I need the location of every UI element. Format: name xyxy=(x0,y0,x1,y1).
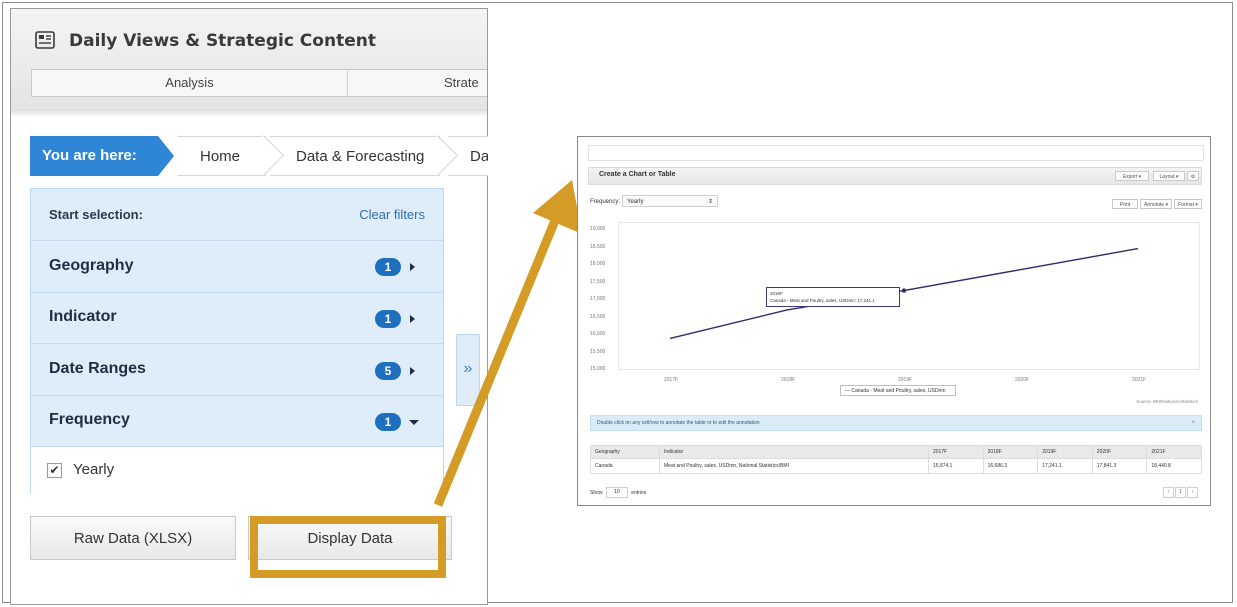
chart-plot-area xyxy=(618,222,1200,370)
column-header[interactable]: 2021F xyxy=(1146,445,1202,459)
start-selection-label: Start selection: xyxy=(49,207,143,222)
chevron-down-icon xyxy=(409,420,419,425)
column-header[interactable]: 2017F xyxy=(928,445,984,459)
x-tick-label: 2021F xyxy=(1132,377,1147,383)
chevron-right-icon xyxy=(410,263,415,271)
page-size-control: Show 10 entries xyxy=(590,487,646,498)
table-cell[interactable]: 18,440.8 xyxy=(1146,458,1202,474)
column-header[interactable]: 2020F xyxy=(1091,445,1148,459)
expand-panel-button[interactable]: » xyxy=(456,334,480,406)
y-tick-label: 18,000 xyxy=(590,261,606,267)
annotation-info-bar: Double click on any cell/row to annotate… xyxy=(590,415,1202,431)
page-1-button[interactable]: 1 xyxy=(1175,487,1186,498)
y-tick-label: 17,500 xyxy=(590,278,606,285)
chevron-right-icon xyxy=(410,367,415,375)
x-tick-label: 2017F xyxy=(664,377,679,383)
show-label: Show xyxy=(590,489,603,496)
count-badge: 1 xyxy=(375,310,401,328)
start-selection-row: Start selection: Clear filters xyxy=(31,189,443,241)
table-cell[interactable]: 15,874.1 xyxy=(928,458,984,474)
screenshot-topbar xyxy=(588,145,1204,161)
frequency-select[interactable]: Yearly ⇕ xyxy=(622,195,718,207)
table-cell[interactable]: 17,841.3 xyxy=(1091,458,1148,474)
filter-date-ranges[interactable]: Date Ranges 5 xyxy=(31,344,443,396)
y-tick-label: 18,500 xyxy=(590,243,606,250)
prev-page-button[interactable]: ‹ xyxy=(1163,487,1174,498)
x-tick-label: 2019F xyxy=(898,377,913,383)
export-button[interactable]: Export ▾ xyxy=(1115,171,1149,181)
chart-source: Source: BMI/National Statistics xyxy=(1136,399,1198,404)
clear-filters-link[interactable]: Clear filters xyxy=(359,207,425,222)
y-tick-label: 19,000 xyxy=(590,226,606,232)
close-icon[interactable]: × xyxy=(1191,416,1195,430)
filter-label: Frequency xyxy=(49,411,130,428)
you-are-here-label: You are here: xyxy=(30,136,174,176)
highlight-box xyxy=(250,516,446,578)
x-tick-label: 2018F xyxy=(781,377,796,383)
format-button[interactable]: Format ▾ xyxy=(1174,199,1202,209)
chevron-updown-icon: ⇕ xyxy=(707,199,713,205)
annotate-button[interactable]: Annotate ▾ xyxy=(1140,199,1172,209)
column-header[interactable]: Indicator xyxy=(659,445,929,459)
filter-label: Indicator xyxy=(49,308,117,325)
column-header[interactable]: 2019F xyxy=(1037,445,1093,459)
table-cell[interactable]: 17,241.1 xyxy=(1037,458,1093,474)
table-cell[interactable]: Meat and Poultry, sales, USDmn, National… xyxy=(659,458,929,474)
raw-data-button[interactable]: Raw Data (XLSX) xyxy=(30,516,236,560)
filter-frequency[interactable]: Frequency 1 xyxy=(31,396,443,447)
x-tick-label: 2020F xyxy=(1015,377,1030,383)
y-tick-label: 17,000 xyxy=(590,296,606,302)
entries-label: entries xyxy=(631,489,647,496)
next-page-button[interactable]: › xyxy=(1187,487,1198,498)
table-cell[interactable]: 16,686.3 xyxy=(982,458,1039,474)
table-cell[interactable]: Canada xyxy=(590,458,660,474)
chart-panel-header: Create a Chart or Table Export ▾ Layout … xyxy=(588,167,1202,185)
layout-button[interactable]: Layout ▾ xyxy=(1153,171,1185,181)
column-header[interactable]: 2018F xyxy=(982,445,1039,459)
print-button[interactable]: Print xyxy=(1112,199,1138,209)
selection-panel: Start selection: Clear filters Geography… xyxy=(30,188,444,495)
filter-indicator[interactable]: Indicator 1 xyxy=(31,293,443,344)
column-header[interactable]: Geography xyxy=(590,445,660,459)
y-tick-label: 15,000 xyxy=(590,366,606,372)
y-tick-label: 16,000 xyxy=(590,331,606,337)
count-badge: 5 xyxy=(375,362,401,380)
yearly-checkbox[interactable]: ✔ xyxy=(47,463,62,478)
yearly-option[interactable]: ✔ Yearly xyxy=(31,447,443,495)
tooltip-year: 2019F xyxy=(770,291,783,296)
page-size-select[interactable]: 10 xyxy=(605,487,628,498)
table-row[interactable]: Canada Meat and Poultry, sales, USDmn, N… xyxy=(590,458,1202,474)
chart-legend: — Canada - Meat and Poultry, sales, USDm… xyxy=(840,385,956,396)
data-table: Geography Indicator 2017F 2018F 2019F 20… xyxy=(590,445,1202,474)
filter-label: Date Ranges xyxy=(49,360,146,377)
left-panel-content: Dat Data & Forecasting Home You are here… xyxy=(10,8,488,605)
breadcrumb-item-data-forecasting[interactable]: Data & Forecasting xyxy=(270,134,459,177)
yearly-label: Yearly xyxy=(73,461,115,478)
gear-icon[interactable]: ⚙ xyxy=(1187,171,1199,181)
pagination: ‹ 1 › xyxy=(1162,487,1198,498)
chart-screenshot: Create a Chart or Table Export ▾ Layout … xyxy=(577,136,1211,506)
tooltip-value: Canada - Meat and Poultry, sales, USDmn:… xyxy=(770,298,875,303)
info-text: Double click on any cell/row to annotate… xyxy=(597,420,760,426)
breadcrumb-item-home[interactable]: Home xyxy=(178,134,285,177)
breadcrumb: Dat Data & Forecasting Home You are here… xyxy=(30,134,488,177)
frequency-label: Frequency: xyxy=(590,199,621,205)
chart-tooltip: 2019F Canada - Meat and Poultry, sales, … xyxy=(766,287,900,307)
filter-label: Geography xyxy=(49,257,134,274)
filter-geography[interactable]: Geography 1 xyxy=(31,241,443,293)
count-badge: 1 xyxy=(375,413,401,431)
table-header-row: Geography Indicator 2017F 2018F 2019F 20… xyxy=(590,445,1202,459)
y-tick-label: 15,500 xyxy=(590,348,606,355)
chart-panel-title: Create a Chart or Table xyxy=(599,171,676,178)
chevron-right-icon xyxy=(410,315,415,323)
count-badge: 1 xyxy=(375,258,401,276)
y-tick-label: 16,500 xyxy=(590,313,606,320)
